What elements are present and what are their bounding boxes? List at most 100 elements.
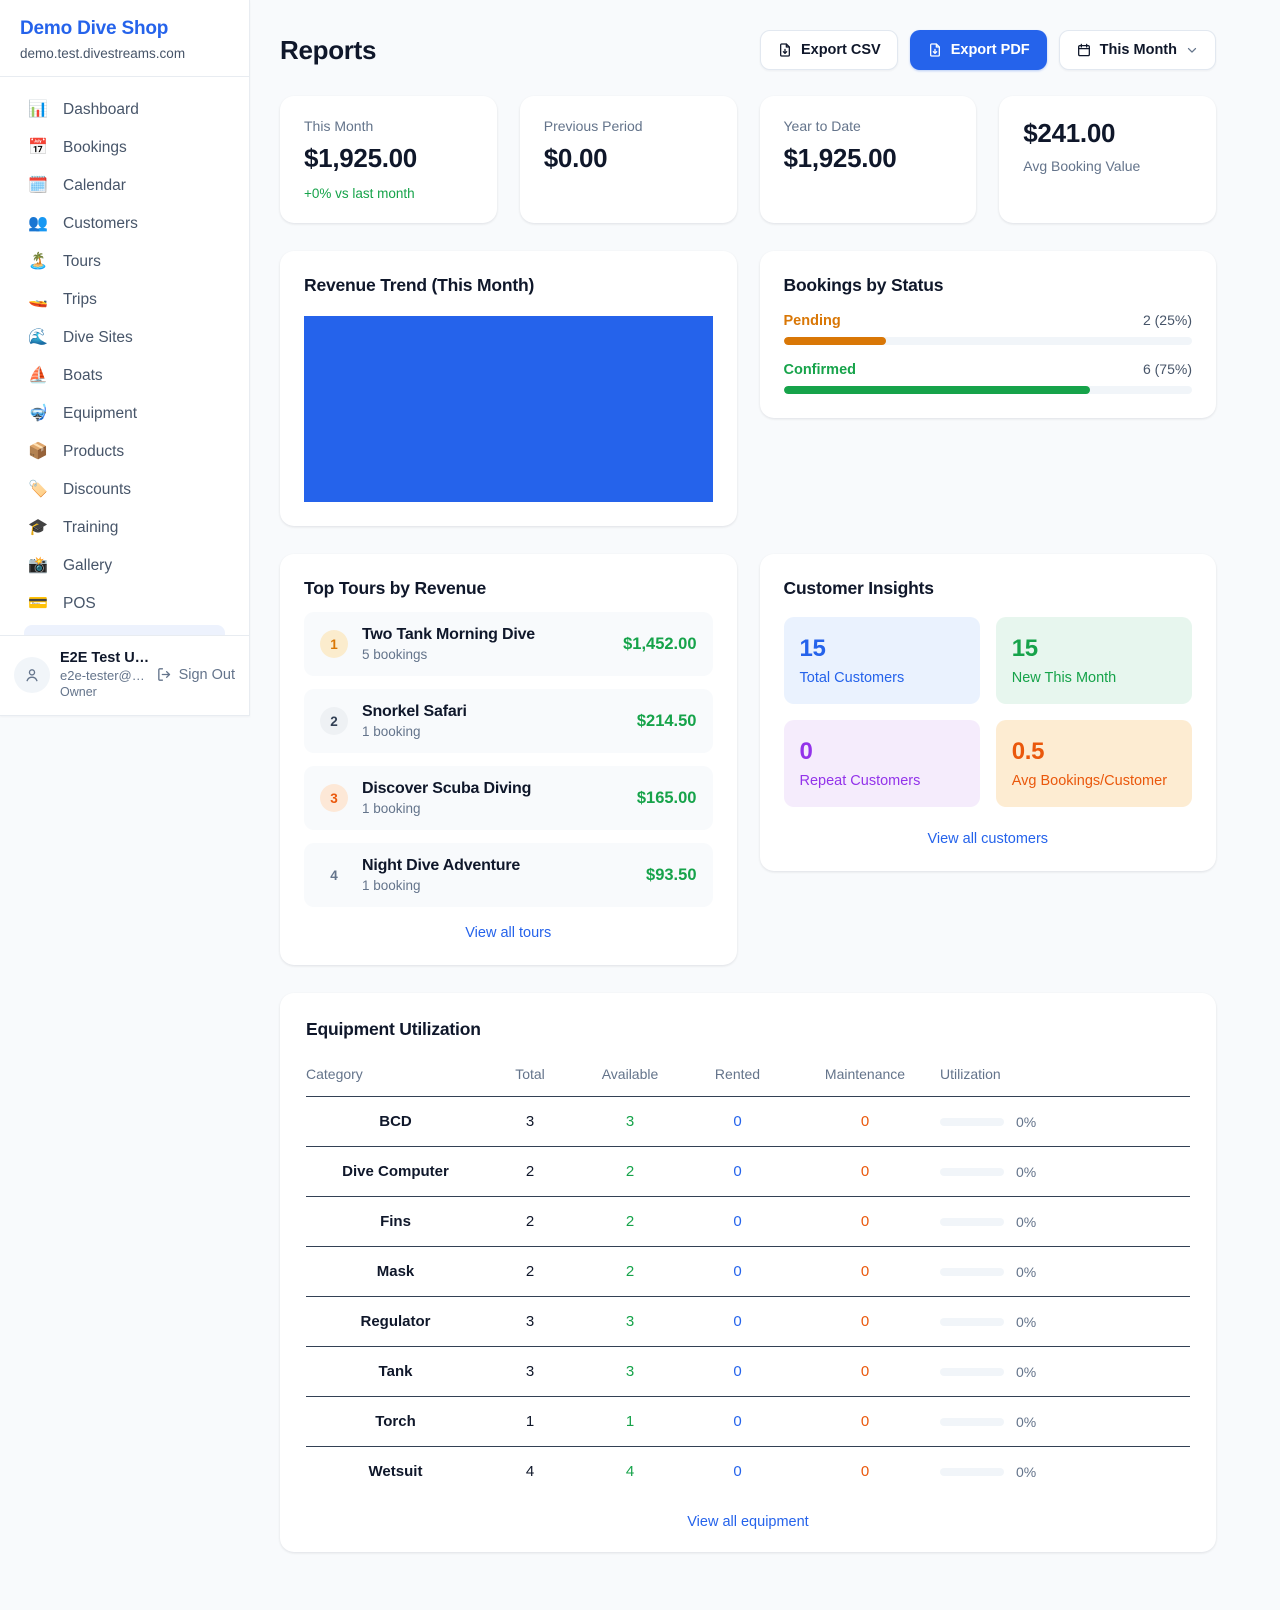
cell-available: 2: [575, 1197, 685, 1247]
sidebar-item-pos[interactable]: 💳 POS: [12, 585, 237, 623]
cell-total: 4: [485, 1447, 575, 1497]
status-label: Confirmed: [784, 362, 857, 378]
customer-insights-title: Customer Insights: [784, 578, 1193, 599]
dive-sites-wave-icon: 🌊: [28, 330, 48, 346]
sidebar: Demo Dive Shop demo.test.divestreams.com…: [0, 0, 250, 716]
discounts-tag-icon: 🏷️: [28, 482, 48, 498]
export-pdf-button[interactable]: Export PDF: [910, 30, 1047, 70]
sidebar-item-dashboard[interactable]: 📊 Dashboard: [12, 91, 237, 129]
bookings-calendar-icon: 📅: [28, 140, 48, 156]
utilization-text: 0%: [1016, 1414, 1036, 1430]
period-selector[interactable]: This Month: [1059, 30, 1216, 70]
person-icon: [23, 666, 41, 684]
stat-card-year-to-date: Year to Date $1,925.00: [760, 96, 977, 223]
utilization-bar: [940, 1318, 1004, 1326]
cell-available: 2: [575, 1247, 685, 1297]
tile-value: 15: [800, 635, 964, 663]
utilization-bar: [940, 1418, 1004, 1426]
sidebar-item-calendar[interactable]: 🗓️ Calendar: [12, 167, 237, 205]
revenue-trend-card: Revenue Trend (This Month): [280, 251, 737, 526]
table-row: Dive Computer 2 2 0 0 0%: [306, 1147, 1190, 1197]
cell-total: 3: [485, 1347, 575, 1397]
cell-rented: 0: [685, 1447, 790, 1497]
sidebar-item-products[interactable]: 📦 Products: [12, 433, 237, 471]
user-info: E2E Test U… e2e-tester@… Owner: [60, 650, 146, 699]
gallery-camera-icon: 📸: [28, 558, 48, 574]
cell-category: Mask: [306, 1247, 485, 1297]
bar-chart-icon: 📊: [28, 102, 48, 118]
sign-out-button[interactable]: Sign Out: [156, 666, 235, 683]
utilization-text: 0%: [1016, 1464, 1036, 1480]
cell-rented: 0: [685, 1197, 790, 1247]
cell-rented: 0: [685, 1097, 790, 1147]
view-all-customers-link[interactable]: View all customers: [927, 831, 1048, 847]
rank-badge: 2: [320, 707, 348, 735]
view-all-tours-link[interactable]: View all tours: [465, 925, 551, 941]
cell-available: 2: [575, 1147, 685, 1197]
column-header: Category: [306, 1054, 485, 1097]
utilization-text: 0%: [1016, 1214, 1036, 1230]
view-all-equipment-link[interactable]: View all equipment: [687, 1514, 808, 1530]
utilization-text: 0%: [1016, 1164, 1036, 1180]
user-role: Owner: [60, 685, 146, 699]
utilization-bar: [940, 1268, 1004, 1276]
sidebar-item-discounts[interactable]: 🏷️ Discounts: [12, 471, 237, 509]
cell-maintenance: 0: [790, 1297, 940, 1347]
tour-list-item: 2 Snorkel Safari 1 booking $214.50: [304, 689, 713, 753]
app-root: Demo Dive Shop demo.test.divestreams.com…: [0, 0, 1280, 1592]
status-bar-fill: [784, 386, 1090, 394]
sidebar-item-label: Discounts: [63, 481, 131, 499]
page-header: Reports Export CSV Export PDF: [280, 30, 1216, 70]
sidebar-item-equipment[interactable]: 🤿 Equipment: [12, 395, 237, 433]
cell-maintenance: 0: [790, 1347, 940, 1397]
stat-card-previous-period: Previous Period $0.00: [520, 96, 737, 223]
sidebar-item-gallery[interactable]: 📸 Gallery: [12, 547, 237, 585]
tour-revenue: $93.50: [646, 866, 696, 885]
boats-sailboat-icon: ⛵: [28, 368, 48, 384]
stat-label: Year to Date: [784, 118, 953, 134]
utilization-text: 0%: [1016, 1314, 1036, 1330]
column-header: Maintenance: [790, 1054, 940, 1097]
tile-value: 0: [800, 738, 964, 766]
sidebar-item-label: Tours: [63, 253, 101, 271]
calendar-icon: [1076, 42, 1092, 58]
cell-total: 2: [485, 1247, 575, 1297]
sidebar-item-active-partial[interactable]: [24, 625, 225, 635]
sidebar-item-label: Boats: [63, 367, 103, 385]
stat-label: Previous Period: [544, 118, 713, 134]
column-header: Total: [485, 1054, 575, 1097]
training-grad-cap-icon: 🎓: [28, 520, 48, 536]
sidebar-item-customers[interactable]: 👥 Customers: [12, 205, 237, 243]
cell-category: Regulator: [306, 1297, 485, 1347]
cell-available: 3: [575, 1347, 685, 1397]
cell-available: 3: [575, 1297, 685, 1347]
utilization-text: 0%: [1016, 1364, 1036, 1380]
export-csv-button[interactable]: Export CSV: [760, 30, 898, 70]
sidebar-item-tours[interactable]: 🏝️ Tours: [12, 243, 237, 281]
sidebar-item-bookings[interactable]: 📅 Bookings: [12, 129, 237, 167]
stat-value: $1,925.00: [304, 143, 473, 174]
cell-category: Dive Computer: [306, 1147, 485, 1197]
tour-name: Snorkel Safari: [362, 703, 623, 721]
tour-revenue: $1,452.00: [623, 635, 696, 654]
column-header: Available: [575, 1054, 685, 1097]
tour-bookings: 5 bookings: [362, 647, 609, 662]
sidebar-item-boats[interactable]: ⛵ Boats: [12, 357, 237, 395]
sidebar-item-training[interactable]: 🎓 Training: [12, 509, 237, 547]
table-row: Fins 2 2 0 0 0%: [306, 1197, 1190, 1247]
sidebar-item-label: Trips: [63, 291, 97, 309]
sidebar-item-trips[interactable]: 🚤 Trips: [12, 281, 237, 319]
cell-total: 2: [485, 1147, 575, 1197]
sidebar-item-label: Dive Sites: [63, 329, 133, 347]
sidebar-item-dive-sites[interactable]: 🌊 Dive Sites: [12, 319, 237, 357]
tours-island-icon: 🏝️: [28, 254, 48, 270]
sidebar-nav: 📊 Dashboard 📅 Bookings 🗓️ Calendar 👥 Cus…: [0, 77, 249, 635]
charts-row: Revenue Trend (This Month) Bookings by S…: [280, 251, 1216, 526]
tile-label: New This Month: [1012, 670, 1176, 686]
status-value: 6 (75%): [1143, 361, 1192, 377]
table-row: Torch 1 1 0 0 0%: [306, 1397, 1190, 1447]
brand: Demo Dive Shop demo.test.divestreams.com: [0, 0, 249, 76]
equipment-utilization-card: Equipment Utilization Category Total Ava…: [280, 993, 1216, 1552]
tile-repeat-customers: 0 Repeat Customers: [784, 720, 980, 807]
cell-category: Fins: [306, 1197, 485, 1247]
